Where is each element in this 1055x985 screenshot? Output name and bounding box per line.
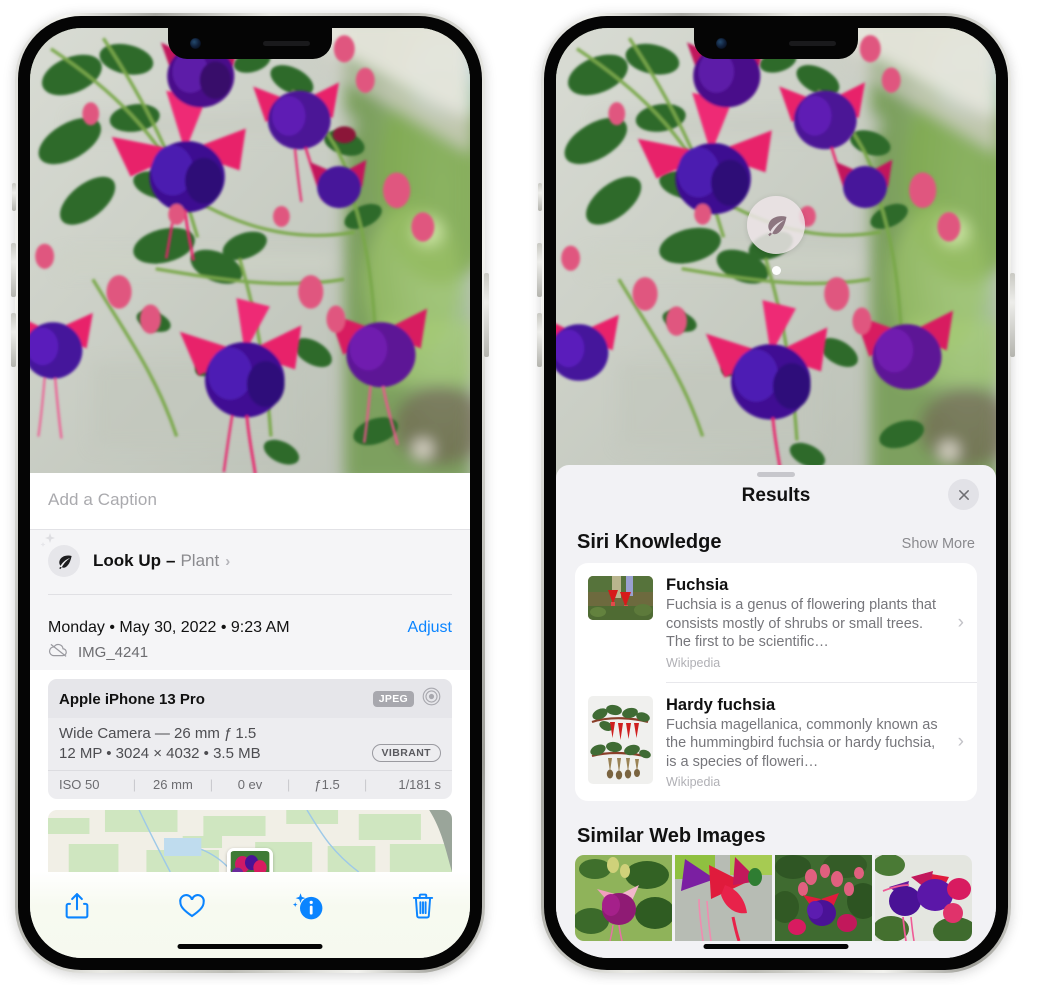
device-bezel: Results Siri Knowledge Show More Fuchsia… (544, 16, 1008, 970)
leaf-icon (747, 196, 805, 254)
results-sheet: Results Siri Knowledge Show More Fuchsia… (556, 465, 996, 958)
earpiece-speaker (263, 41, 310, 46)
list-item[interactable]: Fuchsia Fuchsia is a genus of flowering … (575, 563, 977, 682)
exif-body: Wide Camera — 26 mm ƒ 1.5 12 MP • 3024 ×… (48, 718, 452, 770)
format-badge: JPEG (372, 691, 414, 707)
section-title-similar-web-images: Similar Web Images (577, 825, 766, 848)
exif-shutter: 1/181 s (398, 777, 441, 792)
delete-button[interactable] (402, 886, 444, 926)
sheet-header: Results (556, 477, 996, 510)
look-up-plant-row[interactable]: Look Up – Plant › (40, 533, 452, 583)
icloud-slash-icon (48, 642, 69, 662)
leaf-icon (48, 545, 80, 577)
device-name: Apple iPhone 13 Pro (59, 690, 205, 708)
exif-header: Apple iPhone 13 Pro JPEG (48, 679, 452, 718)
lens-info: Wide Camera — 26 mm ƒ 1.5 (59, 725, 257, 742)
volume-down-button[interactable] (11, 313, 16, 367)
knowledge-item-body: Hardy fuchsia Fuchsia magellanica, commo… (666, 696, 945, 790)
badge-anchor-dot (771, 266, 781, 275)
fuchsia-web-image-1[interactable] (575, 855, 672, 942)
lookup-subject: Plant (180, 551, 220, 570)
share-button[interactable] (56, 886, 98, 926)
screenshot-canvas: Add a Caption Look Up – Plant › Monday •… (0, 0, 1055, 985)
device-notch (168, 28, 332, 59)
fuchsia-red-flowers-thumb (588, 576, 653, 620)
silent-switch[interactable] (12, 183, 16, 211)
iphone-right-device: Results Siri Knowledge Show More Fuchsia… (537, 13, 1015, 973)
device-notch (694, 28, 858, 59)
lookup-section: Look Up – Plant › (30, 530, 470, 607)
power-button[interactable] (484, 273, 489, 357)
fuchsia-web-image-4[interactable] (875, 855, 972, 942)
filename-row: IMG_4241 (48, 642, 452, 662)
volume-up-button[interactable] (537, 243, 542, 297)
left-screen: Add a Caption Look Up – Plant › Monday •… (30, 28, 470, 958)
knowledge-item-title: Hardy fuchsia (666, 695, 776, 714)
front-camera-icon (190, 38, 201, 49)
chevron-right-icon: › (957, 731, 964, 753)
volume-down-button[interactable] (537, 313, 542, 367)
chevron-right-icon: › (957, 611, 964, 633)
lookup-label-group: Look Up – Plant › (93, 551, 230, 571)
knowledge-item-source: Wikipedia (666, 655, 721, 670)
similar-web-images-header: Similar Web Images (556, 801, 996, 855)
exif-badges: JPEG (372, 687, 441, 711)
fuchsia-photo (30, 28, 470, 473)
location-map[interactable] (48, 810, 452, 872)
exif-aperture: ƒ1.5 (314, 777, 340, 792)
iphone-left-device: Add a Caption Look Up – Plant › Monday •… (11, 13, 489, 973)
filename: IMG_4241 (78, 643, 149, 661)
exif-focal: 26 mm (153, 777, 193, 792)
similar-web-images-row[interactable] (556, 855, 996, 942)
knowledge-item-description: Fuchsia is a genus of flowering plants t… (666, 597, 937, 651)
right-screen: Results Siri Knowledge Show More Fuchsia… (556, 28, 996, 958)
device-bezel: Add a Caption Look Up – Plant › Monday •… (18, 16, 482, 970)
adjust-button[interactable]: Adjust (408, 619, 452, 637)
size-info: 12 MP • 3024 × 4032 • 3.5 MB (59, 744, 261, 762)
exif-iso: ISO 50 (59, 777, 100, 792)
lookup-dash: – (166, 551, 176, 570)
volume-up-button[interactable] (11, 243, 16, 297)
knowledge-item-description: Fuchsia magellanica, commonly known as t… (666, 716, 938, 770)
chevron-right-icon: › (225, 552, 231, 570)
exif-ev: 0 ev (237, 777, 263, 792)
silent-switch[interactable] (538, 183, 542, 211)
front-camera-icon (716, 38, 727, 49)
earpiece-speaker (789, 41, 836, 46)
hardy-fuchsia-specimen-thumb (588, 695, 653, 784)
close-button[interactable] (948, 479, 979, 510)
exif-settings-row: ISO 50 | 26 mm | 0 ev | ƒ1.5 | 1/181 s (48, 770, 452, 799)
power-button[interactable] (1010, 273, 1015, 357)
photographic-style-badge: VIBRANT (371, 744, 441, 762)
show-more-button[interactable]: Show More (902, 536, 975, 552)
knowledge-card-list: Fuchsia Fuchsia is a genus of flowering … (575, 563, 977, 802)
exif-card[interactable]: Apple iPhone 13 Pro JPEG Wide Camera — 2… (48, 679, 452, 799)
photo-viewer[interactable] (30, 28, 470, 473)
fuchsia-web-image-3[interactable] (775, 855, 872, 942)
section-title-siri-knowledge: Siri Knowledge (577, 531, 722, 553)
size-info-row: 12 MP • 3024 × 4032 • 3.5 MB VIBRANT (59, 744, 441, 762)
home-indicator[interactable] (703, 944, 849, 949)
visual-lookup-badge[interactable] (747, 196, 805, 275)
fuchsia-web-image-2[interactable] (675, 855, 772, 942)
siri-knowledge-header: Siri Knowledge Show More (556, 507, 996, 563)
lookup-divider (48, 594, 452, 595)
list-item[interactable]: Hardy fuchsia Fuchsia magellanica, commo… (575, 683, 977, 802)
knowledge-item-title: Fuchsia (666, 576, 729, 594)
caption-input[interactable]: Add a Caption (30, 473, 470, 529)
map-photo-pin (227, 848, 273, 872)
sheet-title: Results (741, 485, 811, 506)
date-row: Monday • May 30, 2022 • 9:23 AM Adjust (48, 619, 452, 637)
info-button[interactable] (287, 886, 329, 926)
lookup-label: Look Up (93, 551, 161, 570)
knowledge-item-source: Wikipedia (666, 775, 721, 790)
favorite-button[interactable] (171, 886, 213, 926)
knowledge-item-body: Fuchsia Fuchsia is a genus of flowering … (666, 576, 945, 670)
metadata-block: Monday • May 30, 2022 • 9:23 AM Adjust I… (30, 607, 470, 670)
capture-date: Monday • May 30, 2022 • 9:23 AM (48, 619, 290, 636)
concentric-circles-icon (422, 687, 441, 711)
home-indicator[interactable] (177, 944, 323, 949)
